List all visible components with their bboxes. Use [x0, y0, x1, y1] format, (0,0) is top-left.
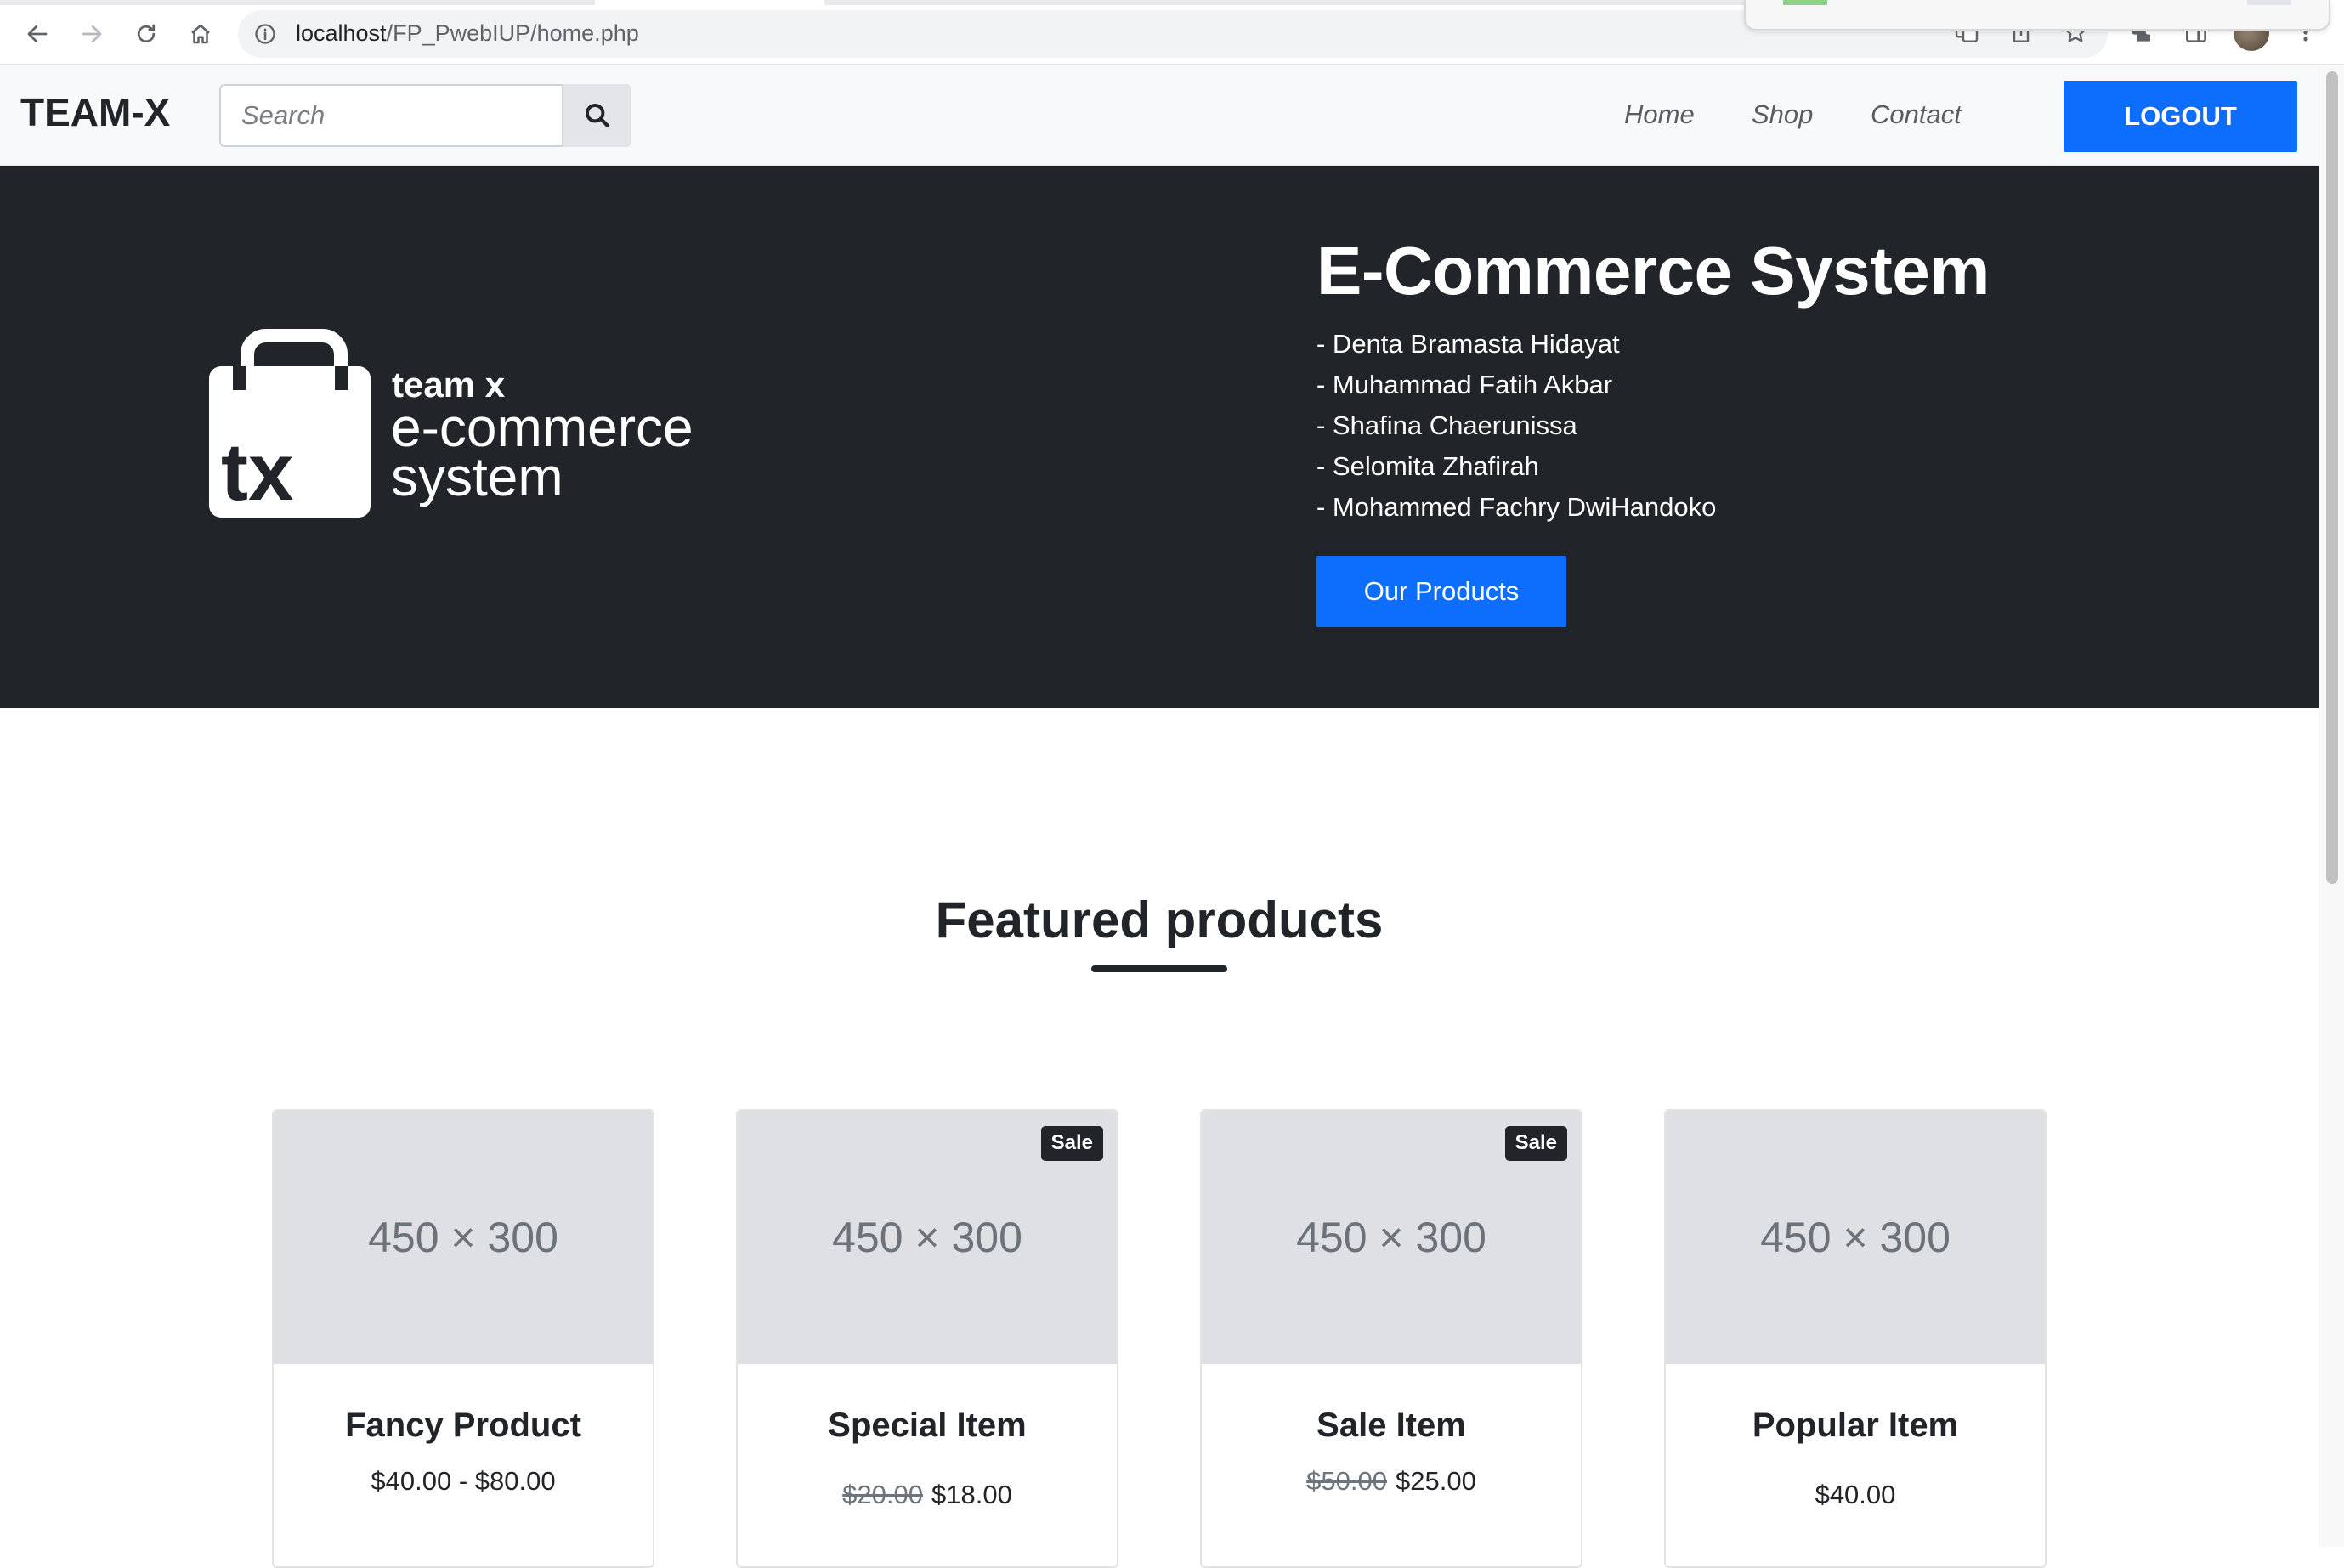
search-button[interactable] — [563, 84, 631, 147]
team-member: - Shafina Chaerunissa — [1316, 410, 1577, 440]
logo-line-system: system — [391, 446, 563, 507]
popup-green-strip — [1783, 0, 1827, 5]
scrollbar-thumb[interactable] — [2326, 71, 2338, 884]
team-member: - Muhammad Fatih Akbar — [1316, 370, 1613, 399]
logout-button[interactable]: LOGOUT — [2064, 81, 2297, 152]
nav-link-shop[interactable]: Shop — [1752, 99, 1813, 130]
price-current: $40.00 - $80.00 — [371, 1466, 556, 1496]
search-icon — [585, 103, 610, 128]
logo-badge-text: tx — [221, 427, 293, 518]
brand-logo[interactable]: TEAM-X — [20, 89, 170, 135]
product-price: $40.00 - $80.00 — [274, 1466, 653, 1497]
team-x-logo: tx team x e-commerce system — [209, 329, 694, 518]
product-price: $40.00 — [1666, 1480, 2045, 1510]
hero-banner: tx team x e-commerce system E-Commerce S… — [0, 166, 2319, 708]
back-icon[interactable] — [19, 15, 56, 53]
product-name[interactable]: Special Item — [738, 1407, 1117, 1445]
browser-tab-strip — [0, 0, 595, 5]
hero-title: E-Commerce System — [1316, 233, 1990, 309]
product-name[interactable]: Fancy Product — [274, 1407, 653, 1445]
nav-link-home[interactable]: Home — [1624, 99, 1695, 130]
product-name[interactable]: Sale Item — [1202, 1407, 1581, 1445]
team-member: - Denta Bramasta Hidayat — [1316, 329, 1620, 359]
url-text[interactable]: localhost/FP_PwebIUP/home.php — [296, 20, 639, 47]
product-price: $20.00 $18.00 — [738, 1480, 1117, 1510]
team-member: - Mohammed Fachry DwiHandoko — [1316, 492, 1717, 522]
product-card-special-item[interactable]: 450 × 300 Sale Special Item $20.00 $18.00 — [736, 1109, 1118, 1568]
featured-products-title: Featured products — [935, 892, 1384, 948]
product-card-fancy-product[interactable]: 450 × 300 Fancy Product $40.00 - $80.00 — [272, 1109, 654, 1568]
team-member: - Selomita Zhafirah — [1316, 451, 1539, 481]
sale-badge: Sale — [1040, 1126, 1103, 1161]
browser-tab-strip — [824, 0, 1751, 5]
title-underline — [1091, 965, 1227, 972]
extension-popup-edge — [1744, 0, 2330, 31]
product-price: $50.00 $25.00 — [1202, 1466, 1581, 1497]
product-image-placeholder[interactable]: 450 × 300 — [274, 1111, 653, 1364]
price-current: $25.00 — [1396, 1466, 1476, 1496]
search-input[interactable] — [219, 84, 563, 147]
site-navbar: TEAM-X Home Shop Contact LOGOUT — [0, 65, 2319, 166]
reload-icon[interactable] — [127, 15, 165, 53]
info-icon[interactable] — [253, 22, 277, 46]
forward-icon[interactable] — [73, 15, 110, 53]
team-member-list: - Denta Bramasta Hidayat - Muhammad Fati… — [1316, 324, 1716, 528]
product-name[interactable]: Popular Item — [1666, 1407, 2045, 1445]
sale-badge: Sale — [1504, 1126, 1567, 1161]
product-card-sale-item[interactable]: 450 × 300 Sale Sale Item $50.00 $25.00 — [1200, 1109, 1582, 1568]
price-original: $20.00 — [842, 1480, 923, 1509]
browser-toolbar: localhost/FP_PwebIUP/home.php — [0, 0, 2344, 65]
popup-grey-strip — [2247, 0, 2291, 5]
price-current: $40.00 — [1815, 1480, 1896, 1509]
nav-link-contact[interactable]: Contact — [1871, 99, 1962, 130]
product-card-popular-item[interactable]: 450 × 300 Popular Item $40.00 — [1664, 1109, 2047, 1568]
product-image-placeholder[interactable]: 450 × 300 — [1666, 1111, 2045, 1364]
price-current: $18.00 — [931, 1480, 1012, 1509]
home-icon[interactable] — [182, 15, 219, 53]
price-original: $50.00 — [1306, 1466, 1387, 1496]
our-products-button[interactable]: Our Products — [1316, 556, 1566, 627]
